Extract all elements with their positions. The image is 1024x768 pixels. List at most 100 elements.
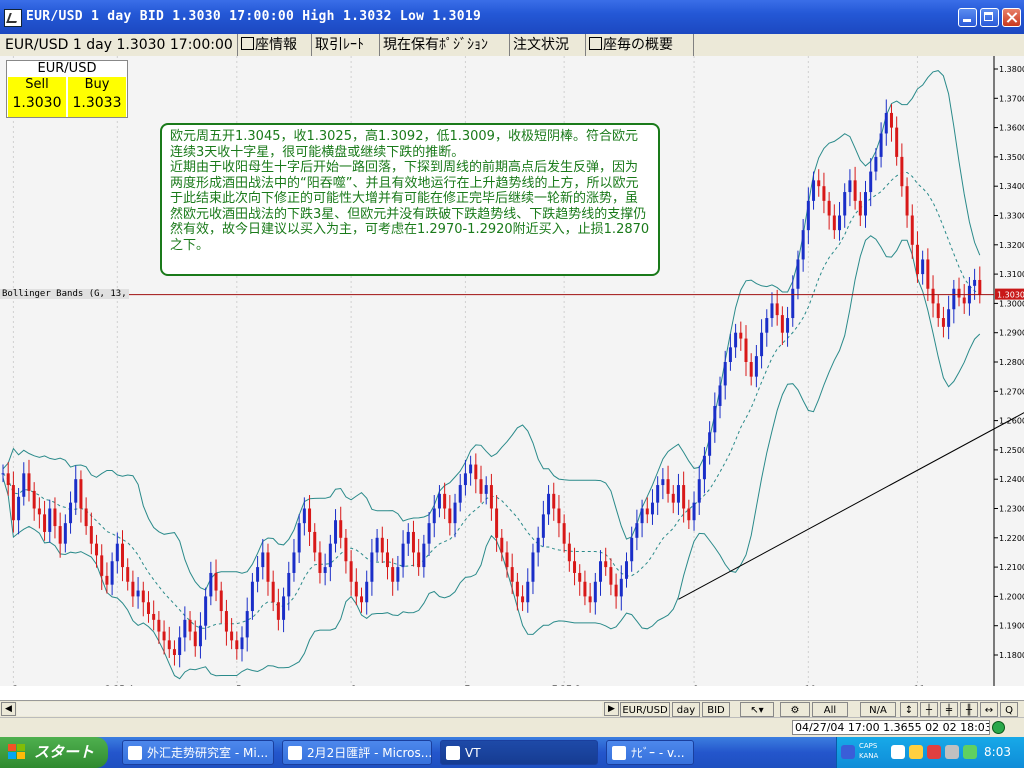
y-tick-label: 1.3500 xyxy=(999,153,1024,162)
buy-cell[interactable]: Buy 1.3033 xyxy=(68,77,126,117)
candle-body xyxy=(115,543,119,562)
candle-body xyxy=(256,567,260,582)
tool-icon: ↔ xyxy=(984,705,994,716)
x-tick-label: 3 xyxy=(13,685,19,686)
tab-open-positions[interactable]: 現在保有ﾎﾟｼﾞｼｮﾝ xyxy=(380,34,510,56)
scroll-track[interactable] xyxy=(17,702,602,716)
tool-button[interactable]: ┼ xyxy=(920,702,938,717)
candle-body xyxy=(838,215,842,231)
y-tick-label: 1.3600 xyxy=(999,124,1024,133)
close-button[interactable] xyxy=(1002,8,1021,27)
tool-button[interactable]: ↕ xyxy=(900,702,918,717)
tab-label: 座情報 xyxy=(255,37,297,53)
candle-body xyxy=(941,318,945,327)
candle-body xyxy=(827,200,831,216)
chart-settings-button[interactable]: ⚙ xyxy=(780,702,810,717)
na-button[interactable]: N/A xyxy=(860,702,896,717)
candle-body xyxy=(396,567,400,582)
candle-body xyxy=(962,297,966,304)
minimize-button[interactable] xyxy=(958,8,977,27)
volume-icon[interactable] xyxy=(945,745,959,759)
tab-trade-rates[interactable]: 取引ﾚｰﾄ xyxy=(312,34,380,56)
tray-app-icon[interactable] xyxy=(963,745,977,759)
taskbar-item[interactable]: 2月2日匯評 - Micros... xyxy=(282,740,432,765)
sell-cell[interactable]: Sell 1.3030 xyxy=(8,77,66,117)
candle-body xyxy=(401,543,405,568)
maximize-button[interactable] xyxy=(980,8,999,27)
settings-icon: ⚙ xyxy=(790,705,800,716)
candle-body xyxy=(952,288,956,310)
indicator-label[interactable]: Bollinger Bands (G, 13, xyxy=(0,289,129,299)
tray-app-icon[interactable] xyxy=(927,745,941,759)
vt-app-icon xyxy=(446,746,460,760)
candle-body xyxy=(58,526,62,544)
candle-body xyxy=(817,180,821,187)
taskbar-item-active[interactable]: VT xyxy=(440,740,598,765)
candle-body xyxy=(22,473,26,497)
price-type-button[interactable]: BID xyxy=(702,702,730,717)
candle-body xyxy=(6,473,10,486)
tab-order-status[interactable]: 注文状況 xyxy=(510,34,586,56)
draw-tool-button[interactable]: ↖▾ xyxy=(740,702,774,717)
zoom-button[interactable]: Q xyxy=(1000,702,1018,717)
candle-body xyxy=(48,508,52,532)
candle-body xyxy=(489,485,493,509)
taskbar-item[interactable]: ﾅﾋﾞｰ - v... xyxy=(606,740,694,765)
tool-button[interactable]: ╫ xyxy=(960,702,978,717)
candle-body xyxy=(895,127,899,157)
range-all-button[interactable]: All xyxy=(812,702,848,717)
tab-label: 注文状況 xyxy=(513,37,569,53)
y-tick-label: 1.2500 xyxy=(999,446,1024,455)
candle-body xyxy=(297,523,301,553)
ime-icon[interactable] xyxy=(841,745,855,759)
tab-account-info[interactable]: 座情報 xyxy=(238,34,312,56)
candle-body xyxy=(521,596,525,603)
tab-account-summary[interactable]: 座毎の概要 xyxy=(586,34,694,56)
candle-body xyxy=(11,485,15,521)
timeframe-button[interactable]: day xyxy=(672,702,700,717)
candle-body xyxy=(889,112,893,128)
tab-label: 座毎の概要 xyxy=(603,37,673,53)
candle-body xyxy=(344,537,348,562)
taskbar-item[interactable]: 外汇走势研究室 - Mi... xyxy=(122,740,274,765)
candle-body xyxy=(380,537,384,553)
y-tick-label: 1.3200 xyxy=(999,241,1024,250)
candle-body xyxy=(84,508,88,527)
tool-button[interactable]: ╪ xyxy=(940,702,958,717)
candle-body xyxy=(562,523,566,544)
app-icon[interactable] xyxy=(4,9,22,27)
symbol-button[interactable]: EUR/USD xyxy=(620,702,670,717)
candle-body xyxy=(692,502,696,521)
candle-body xyxy=(448,508,452,524)
candle-body xyxy=(884,112,888,134)
tab-label: 取引ﾚｰﾄ xyxy=(315,37,364,53)
candle-body xyxy=(936,303,940,319)
tray-app-icon[interactable] xyxy=(909,745,923,759)
candle-body xyxy=(879,133,883,157)
candle-body xyxy=(375,537,379,553)
candle-body xyxy=(547,493,551,515)
scroll-left-button[interactable]: ◀ xyxy=(1,702,16,716)
y-tick-label: 1.1800 xyxy=(999,651,1024,660)
y-tick-label: 1.2800 xyxy=(999,358,1024,367)
system-tray: CAPS KANA 8:03 xyxy=(836,737,1024,768)
candle-body xyxy=(604,561,608,568)
candle-body xyxy=(43,514,47,532)
candle-body xyxy=(702,455,706,480)
task-label: 外汇走势研究室 - Mi... xyxy=(147,746,269,760)
candle-body xyxy=(328,543,332,568)
y-tick-label: 1.2200 xyxy=(999,534,1024,543)
y-tick-label: 1.2400 xyxy=(999,475,1024,484)
task-label: ﾅﾋﾞｰ - v... xyxy=(631,746,685,760)
start-button[interactable]: スタート xyxy=(0,737,108,768)
candle-body xyxy=(843,192,847,216)
candle-body xyxy=(728,347,732,362)
candle-body xyxy=(406,531,410,544)
scroll-right-button[interactable]: ▶ xyxy=(604,702,619,716)
network-icon[interactable] xyxy=(891,745,905,759)
candle-body xyxy=(526,581,530,603)
tab-chart[interactable]: EUR/USD 1 day 1.3030 17:00:00 xyxy=(2,34,238,56)
tool-button[interactable]: ↔ xyxy=(980,702,998,717)
candle-body xyxy=(931,288,935,304)
candle-body xyxy=(573,561,577,573)
